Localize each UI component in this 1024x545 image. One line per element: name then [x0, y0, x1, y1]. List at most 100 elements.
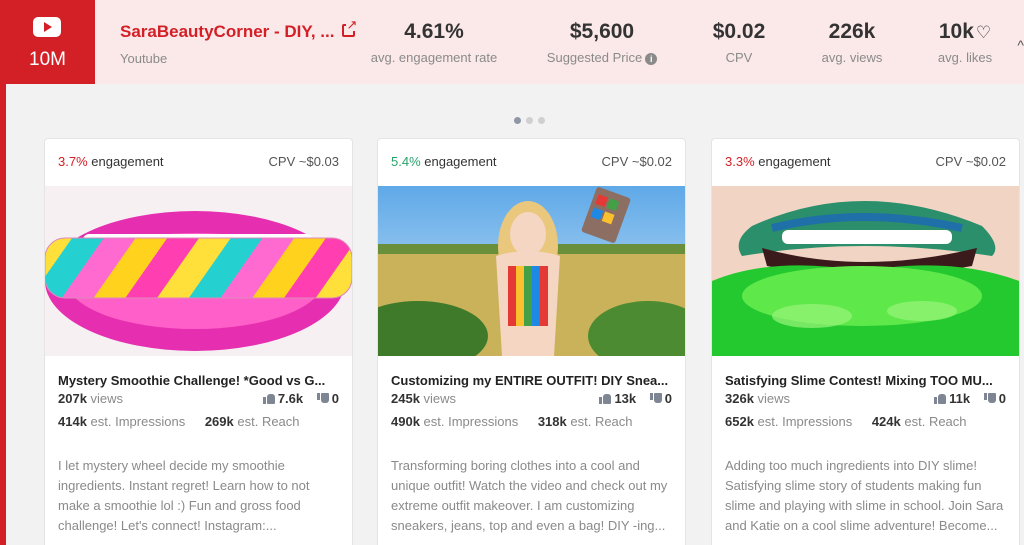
video-card[interactable]: 3.3% engagement CPV ~$0.02 Satisfying Sl… — [711, 138, 1020, 545]
thumbs-up-icon — [262, 393, 275, 404]
views-row: 207k views 7.6k 0 — [58, 391, 339, 411]
card-engagement-label: engagement — [91, 154, 164, 169]
video-card[interactable]: 5.4% engagement CPV ~$0.02 Customizing m… — [377, 138, 686, 545]
video-thumbnail[interactable] — [712, 186, 1019, 356]
likes-group: 11k 0 — [934, 391, 1006, 406]
likes-group: 13k 0 — [599, 391, 672, 406]
carousel-dot[interactable] — [538, 117, 545, 124]
video-card[interactable]: 3.7% engagement CPV ~$0.03 Mystery Smoot… — [44, 138, 353, 545]
channel-name[interactable]: SaraBeautyCorner - DIY, ... — [120, 22, 334, 41]
est-impressions-label: est. Impressions — [90, 414, 186, 429]
est-impressions: 414k — [58, 414, 87, 429]
video-dislikes: 0 — [664, 391, 672, 406]
impressions-row: 490k est. Impressions 318k est. Reach — [391, 414, 672, 434]
dislikes-group: 0 — [316, 391, 339, 406]
youtube-icon — [33, 17, 61, 37]
video-description: Transforming boring clothes into a cool … — [391, 458, 668, 533]
carousel-dot[interactable] — [526, 117, 533, 124]
video-likes: 11k — [949, 391, 971, 406]
stat-cpv-value: $0.02 — [712, 20, 766, 43]
video-title[interactable]: Mystery Smoothie Challenge! *Good vs G..… — [58, 373, 339, 388]
video-description: Adding too much ingredients into DIY sli… — [725, 458, 1004, 533]
video-title[interactable]: Customizing my ENTIRE OUTFIT! DIY Snea..… — [391, 373, 672, 388]
views-row: 245k views 13k 0 — [391, 391, 672, 411]
stat-views-label: avg. views — [821, 50, 883, 65]
video-views: 207k — [58, 391, 87, 406]
card-header: 5.4% engagement CPV ~$0.02 — [378, 139, 685, 186]
video-title[interactable]: Satisfying Slime Contest! Mixing TOO MU.… — [725, 373, 1006, 388]
stat-likes: 10k ♡ avg. likes — [928, 20, 1002, 65]
card-body: Customizing my ENTIRE OUTFIT! DIY Snea..… — [378, 373, 685, 536]
stat-likes-label: avg. likes — [937, 50, 993, 65]
video-thumbnail[interactable] — [378, 186, 685, 356]
stat-views: 226k avg. views — [812, 20, 892, 65]
est-impressions: 490k — [391, 414, 420, 429]
views-row: 326k views 11k 0 — [725, 391, 1006, 411]
channel-link[interactable]: SaraBeautyCorner - DIY, ... — [120, 18, 358, 42]
stat-price-label-row: Suggested Price i — [540, 50, 664, 65]
card-engagement-pct: 5.4% — [391, 154, 421, 169]
video-views-label: views — [90, 391, 124, 406]
card-body: Satisfying Slime Contest! Mixing TOO MU.… — [712, 373, 1019, 536]
info-icon[interactable]: i — [645, 53, 658, 65]
card-engagement-label: engagement — [758, 154, 831, 169]
card-header: 3.3% engagement CPV ~$0.02 — [712, 139, 1019, 186]
stat-likes-value: 10k — [938, 20, 974, 43]
stat-price-value: $5,600 — [569, 20, 635, 43]
video-views: 326k — [725, 391, 754, 406]
stat-engagement-value: 4.61% — [404, 20, 464, 43]
impressions-row: 652k est. Impressions 424k est. Reach — [725, 414, 1006, 434]
card-cpv: CPV ~$0.02 — [935, 154, 1006, 169]
video-views: 245k — [391, 391, 420, 406]
video-description: I let mystery wheel decide my smoothie i… — [58, 458, 310, 533]
video-dislikes: 0 — [998, 391, 1006, 406]
carousel-dot[interactable] — [514, 117, 521, 124]
video-thumbnail[interactable] — [45, 186, 352, 356]
video-dislikes: 0 — [331, 391, 339, 406]
card-body: Mystery Smoothie Challenge! *Good vs G..… — [45, 373, 352, 536]
est-impressions: 652k — [725, 414, 754, 429]
thumbs-up-icon — [934, 393, 947, 404]
stat-likes-value-row: 10k ♡ — [928, 20, 1002, 44]
stat-cpv: $0.02 CPV — [704, 20, 774, 65]
heart-icon: ♡ — [975, 23, 992, 42]
stat-cpv-label: CPV — [725, 50, 753, 65]
est-reach: 424k — [871, 414, 901, 429]
thumbs-up-icon — [599, 393, 612, 404]
left-accent-bar — [0, 84, 6, 545]
est-reach-label: est. Reach — [570, 414, 633, 429]
est-impressions-label: est. Impressions — [757, 414, 853, 429]
est-reach: 269k — [204, 414, 234, 429]
est-impressions-label: est. Impressions — [423, 414, 519, 429]
est-reach: 318k — [537, 414, 567, 429]
video-views-label: views — [423, 391, 457, 406]
stat-engagement: 4.61% avg. engagement rate — [368, 20, 500, 65]
subscriber-count: 10M — [29, 49, 66, 70]
dislikes-group: 0 — [649, 391, 672, 406]
thumbs-down-icon — [983, 393, 996, 404]
card-engagement-pct: 3.7% — [58, 154, 88, 169]
platform-badge: 10M — [0, 0, 95, 84]
carousel-pagination — [514, 111, 550, 129]
video-likes: 13k — [614, 391, 637, 406]
stat-views-value: 226k — [828, 20, 876, 43]
card-engagement-pct: 3.3% — [725, 154, 755, 169]
thumbs-down-icon — [316, 393, 329, 404]
est-reach-label: est. Reach — [237, 414, 300, 429]
card-engagement-label: engagement — [424, 154, 497, 169]
stat-engagement-label: avg. engagement rate — [370, 50, 498, 65]
stat-price: $5,600 Suggested Price i — [540, 20, 664, 65]
card-header: 3.7% engagement CPV ~$0.03 — [45, 139, 352, 186]
likes-group: 7.6k 0 — [262, 391, 339, 406]
platform-label: Youtube — [120, 51, 168, 66]
impressions-row: 414k est. Impressions 269k est. Reach — [58, 414, 339, 434]
stat-price-label: Suggested Price — [546, 50, 643, 65]
video-views-label: views — [757, 391, 791, 406]
est-reach-label: est. Reach — [904, 414, 967, 429]
caret-up-icon[interactable]: ^ — [1017, 37, 1024, 53]
dislikes-group: 0 — [983, 391, 1006, 406]
thumbs-down-icon — [649, 393, 662, 404]
external-link-icon[interactable] — [342, 18, 358, 37]
card-cpv: CPV ~$0.02 — [601, 154, 672, 169]
card-cpv: CPV ~$0.03 — [268, 154, 339, 169]
